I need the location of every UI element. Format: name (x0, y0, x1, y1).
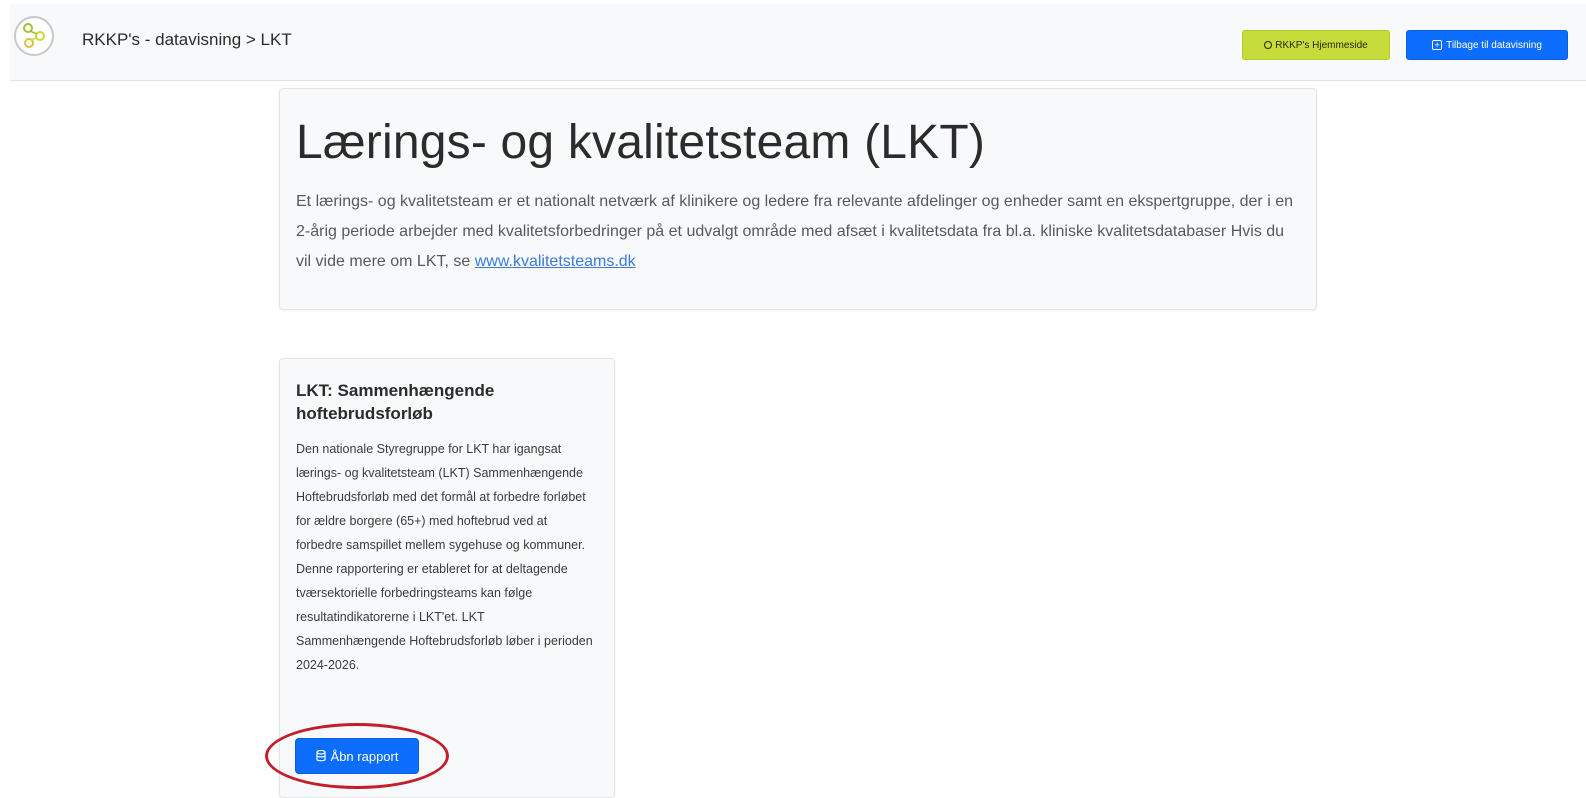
database-icon (315, 750, 326, 762)
intro-panel: Lærings- og kvalitetsteam (LKT) Et lærin… (279, 88, 1317, 310)
plus-square-icon: + (1432, 40, 1443, 50)
intro-text: Et lærings- og kvalitetsteam er et natio… (296, 187, 1296, 277)
back-to-dataview-label: Tilbage til datavisning (1446, 39, 1542, 51)
back-to-dataview-button[interactable]: + Tilbage til datavisning (1406, 30, 1568, 60)
circle-icon (1264, 41, 1273, 49)
top-navbar: RKKP's - datavisning > LKT RKKP's Hjemme… (10, 4, 1586, 81)
open-report-label: Åbn rapport (330, 748, 399, 764)
kvalitetsteams-link[interactable]: www.kvalitetsteams.dk (475, 253, 636, 270)
rkkp-logo-icon[interactable] (14, 16, 54, 56)
rkkp-homepage-button[interactable]: RKKP's Hjemmeside (1242, 30, 1390, 60)
intro-text-body: Et lærings- og kvalitetsteam er et natio… (296, 193, 1293, 270)
page-title: Lærings- og kvalitetsteam (LKT) (296, 116, 986, 169)
breadcrumb[interactable]: RKKP's - datavisning > LKT (82, 30, 292, 50)
report-card: LKT: Sammenhængende hoftebrudsforløb Den… (279, 358, 615, 798)
open-report-button[interactable]: Åbn rapport (295, 738, 419, 774)
card-description: Den nationale Styregruppe for LKT har ig… (296, 442, 593, 672)
card-title: LKT: Sammenhængende hoftebrudsforløb (296, 381, 495, 423)
rkkp-homepage-label: RKKP's Hjemmeside (1275, 39, 1368, 51)
